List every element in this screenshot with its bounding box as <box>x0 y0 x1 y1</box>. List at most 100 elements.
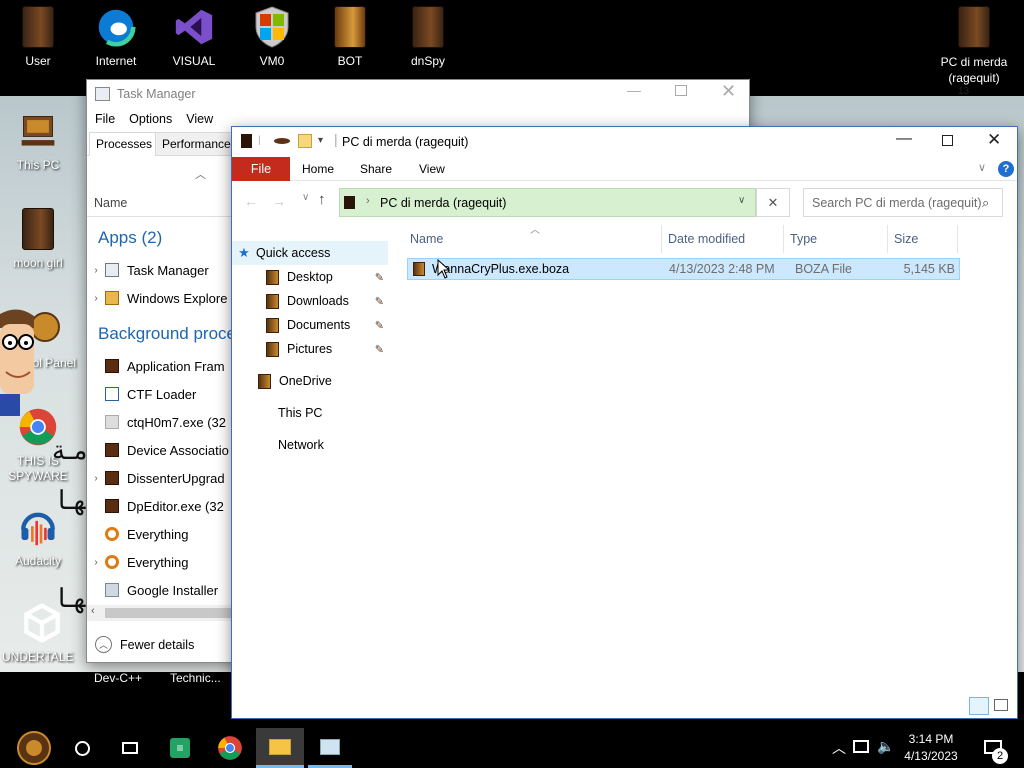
process-row[interactable]: Device Associatio <box>87 436 229 464</box>
back-arrow-icon[interactable]: ← <box>244 193 258 209</box>
file-explorer-taskbar-icon[interactable] <box>256 728 304 768</box>
column-header-type[interactable]: Type <box>784 225 888 253</box>
minimize-button[interactable]: — <box>896 130 912 148</box>
address-dropdown-icon[interactable]: ∨ <box>738 195 745 206</box>
process-row[interactable]: Google Installer <box>87 576 218 604</box>
new-folder-icon[interactable] <box>298 134 312 148</box>
customize-toolbar-icon[interactable]: ▾ <box>318 135 323 146</box>
desktop-icon-this-pc[interactable]: This PC <box>0 108 76 172</box>
recent-locations-icon[interactable]: ∨ <box>302 192 309 203</box>
search-icon[interactable]: ⌕ <box>982 195 989 211</box>
desktop-icon-label-devcpp[interactable]: Dev-C++ <box>94 671 142 685</box>
details-view-icon[interactable] <box>969 697 989 715</box>
start-button[interactable] <box>12 728 56 768</box>
process-row[interactable]: › Windows Explore <box>87 284 227 312</box>
task-manager-titlebar[interactable]: Task Manager — ✕ <box>87 80 749 108</box>
network-icon[interactable] <box>853 740 869 753</box>
desktop-icon-visual[interactable]: VISUAL <box>156 4 232 68</box>
explorer-titlebar[interactable]: | ▾ | PC di merda (ragequit) — ✕ <box>232 127 1017 157</box>
minimize-button[interactable]: — <box>627 82 641 98</box>
clear-address-icon[interactable]: ✕ <box>756 188 790 217</box>
chrome-taskbar-icon[interactable] <box>210 728 250 768</box>
process-name: Everything <box>127 526 189 542</box>
forward-arrow-icon[interactable]: → <box>272 193 286 209</box>
process-row[interactable]: CTF Loader <box>87 380 196 408</box>
chevron-right-icon[interactable]: › <box>87 473 105 484</box>
breadcrumb-current[interactable]: PC di merda (ragequit) <box>380 196 506 210</box>
chevron-right-icon[interactable]: › <box>87 293 105 304</box>
nav-network[interactable]: Network <box>232 433 388 457</box>
nav-desktop[interactable]: Desktop ✎ <box>232 265 388 289</box>
nav-onedrive[interactable]: OneDrive <box>232 369 388 393</box>
desktop-icon-label-technic[interactable]: Technic... <box>170 671 221 685</box>
process-row[interactable]: › Everything <box>87 548 188 576</box>
address-bar[interactable]: › PC di merda (ragequit) ∨ <box>339 188 756 217</box>
search-box[interactable]: Search PC di merda (ragequit) ⌕ <box>803 188 1003 217</box>
nav-quick-access[interactable]: ★ Quick access <box>232 241 388 265</box>
menu-file[interactable]: File <box>95 112 115 126</box>
green-app-icon[interactable]: ≡ <box>160 728 200 768</box>
desktop-icon-label: Audacity <box>14 554 62 568</box>
navigation-pane: ★ Quick access Desktop ✎ Downloads ✎ Doc… <box>232 239 392 709</box>
ribbon-tab-share[interactable]: Share <box>360 162 392 176</box>
close-button[interactable]: ✕ <box>721 81 736 102</box>
fewer-details-button[interactable]: ︿ Fewer details <box>95 636 194 653</box>
file-row[interactable]: WannaCryPlus.exe.boza 4/13/2023 2:48 PM … <box>407 258 960 280</box>
up-arrow-icon[interactable]: ↑ <box>318 191 326 208</box>
desktop-icon-moon-girl[interactable]: moon girl <box>0 206 76 270</box>
expand-ribbon-icon[interactable]: ∨ <box>978 161 986 174</box>
close-button[interactable]: ✕ <box>987 130 1001 150</box>
column-header-name[interactable]: Name <box>404 225 662 253</box>
desktop-icon-pc-di-merda[interactable]: PC di merda (ragequit) 13 <box>934 4 1014 97</box>
ribbon-tab-view[interactable]: View <box>419 162 445 176</box>
menu-options[interactable]: Options <box>129 112 172 126</box>
ribbon-tab-home[interactable]: Home <box>302 162 334 176</box>
ribbon-file-tab[interactable]: File <box>232 157 290 181</box>
maximize-button[interactable] <box>942 135 953 146</box>
desktop-icon-dnspy[interactable]: dnSpy <box>390 4 466 68</box>
process-row[interactable]: › DissenterUpgrad <box>87 464 224 492</box>
desktop-icon-vm0[interactable]: VM0 <box>234 4 310 68</box>
process-row[interactable]: Application Fram <box>87 352 225 380</box>
menu-view[interactable]: View <box>186 112 213 126</box>
help-icon[interactable]: ? <box>998 161 1014 177</box>
process-row[interactable]: ctqH0m7.exe (32 <box>87 408 226 436</box>
process-row[interactable]: DpEditor.exe (32 <box>87 492 224 520</box>
horizontal-scrollbar[interactable]: ‹ <box>87 605 233 621</box>
desktop-icon-bot[interactable]: BOT <box>312 4 388 68</box>
column-header-name[interactable]: Name <box>94 196 127 210</box>
clock[interactable]: 3:14 PM 4/13/2023 <box>896 731 966 765</box>
tab-processes[interactable]: Processes <box>89 132 160 156</box>
nav-this-pc[interactable]: This PC <box>232 401 388 425</box>
maximize-button[interactable] <box>675 85 687 96</box>
chevron-up-icon[interactable]: ︿ <box>832 738 846 758</box>
desktop-icon-user[interactable]: User <box>0 4 76 68</box>
task-view-icon[interactable] <box>110 728 150 768</box>
column-header-size[interactable]: Size <box>888 225 958 253</box>
search-input[interactable]: Search PC di merda (ragequit) <box>812 196 982 210</box>
nav-downloads[interactable]: Downloads ✎ <box>232 289 388 313</box>
action-center-button[interactable]: 2 <box>980 734 1010 764</box>
chevron-right-icon[interactable]: › <box>87 265 105 276</box>
nav-pictures[interactable]: Pictures ✎ <box>232 337 388 361</box>
large-icons-view-icon[interactable] <box>994 699 1008 711</box>
pin-icon: ✎ <box>374 271 384 284</box>
folder-icon <box>266 341 279 357</box>
volume-muted-icon[interactable]: 🔈 <box>877 738 894 755</box>
nav-documents[interactable]: Documents ✎ <box>232 313 388 337</box>
scrollbar-thumb[interactable] <box>105 608 231 618</box>
navigation-bar: ← → ∨ ↑ › PC di merda (ragequit) ∨ ✕ Sea… <box>232 181 1017 225</box>
search-icon[interactable] <box>62 728 102 768</box>
properties-icon[interactable] <box>274 138 290 144</box>
process-row[interactable]: › Task Manager <box>87 256 208 284</box>
folder-icon <box>266 317 279 333</box>
desktop-icon-label: VM0 <box>259 54 285 68</box>
task-manager-taskbar-icon[interactable] <box>308 728 352 768</box>
chevron-right-icon[interactable]: › <box>87 557 105 568</box>
column-header-date-modified[interactable]: Date modified <box>662 225 784 253</box>
desktop-icon-internet[interactable]: Internet <box>78 4 154 68</box>
scroll-left-icon[interactable]: ‹ <box>91 605 95 617</box>
tab-performance[interactable]: Performance <box>155 132 238 156</box>
process-row[interactable]: Everything <box>87 520 188 548</box>
app-icon <box>105 499 119 513</box>
